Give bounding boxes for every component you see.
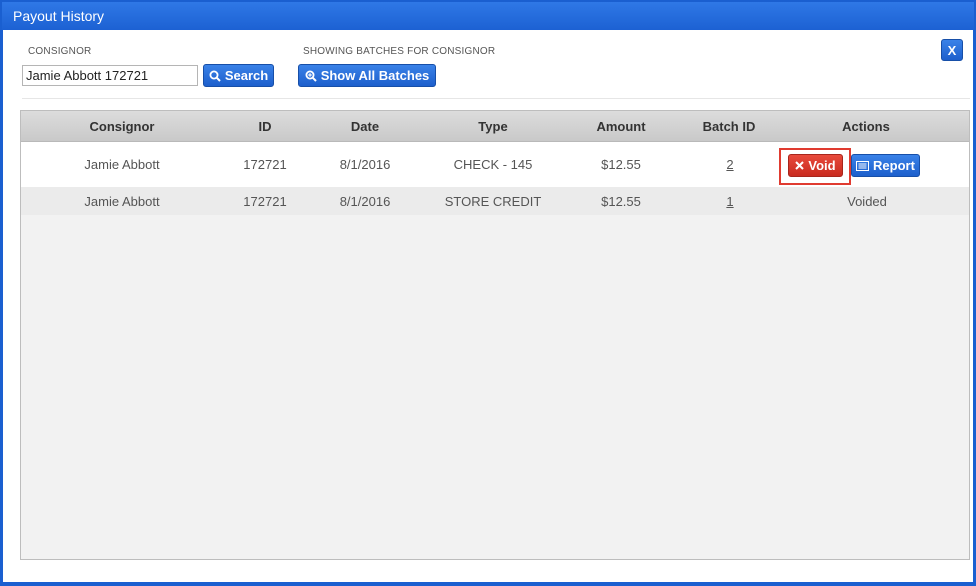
table-row: Jamie Abbott 172721 8/1/2016 STORE CREDI… <box>21 187 969 215</box>
cell-date: 8/1/2016 <box>339 194 391 209</box>
table-row: Jamie Abbott 172721 8/1/2016 CHECK - 145… <box>21 142 969 187</box>
search-icon <box>209 70 221 82</box>
void-button[interactable]: Void <box>788 154 843 177</box>
report-icon <box>856 160 870 171</box>
showing-batches-label: SHOWING BATCHES FOR CONSIGNOR <box>303 46 496 57</box>
window-title: Payout History <box>2 2 974 30</box>
void-button-label: Void <box>808 158 836 173</box>
cell-type: STORE CREDIT <box>444 194 542 209</box>
search-button-label: Search <box>224 68 269 83</box>
show-all-batches-button[interactable]: Show All Batches <box>298 64 436 87</box>
cell-id: 172721 <box>243 194 287 209</box>
column-header-id: ID <box>258 119 272 134</box>
batch-id-link[interactable]: 1 <box>726 194 733 209</box>
dialog-content: CONSIGNOR Search SHOWING BATCHES FOR CON… <box>3 30 973 582</box>
column-header-date: Date <box>350 119 380 134</box>
show-all-batches-label: Show All Batches <box>320 68 430 83</box>
search-button[interactable]: Search <box>203 64 274 87</box>
column-header-type: Type <box>478 119 508 134</box>
column-header-actions: Actions <box>842 119 890 134</box>
status-voided: Voided <box>847 194 887 209</box>
x-icon <box>795 161 805 170</box>
cell-id: 172721 <box>243 157 287 172</box>
zoom-in-icon <box>305 70 317 82</box>
cell-amount: $12.55 <box>601 157 641 172</box>
close-button[interactable]: X <box>941 39 963 61</box>
batch-id-link[interactable]: 2 <box>726 157 733 172</box>
payout-history-window: Payout History CONSIGNOR Search SHOWING … <box>0 0 976 586</box>
column-header-consignor: Consignor <box>89 119 155 134</box>
table-header: Consignor ID Date Type Amount Batch ID A… <box>21 111 969 142</box>
cell-amount: $12.55 <box>601 194 641 209</box>
consignor-input[interactable] <box>22 65 198 86</box>
report-button[interactable]: Report <box>851 154 920 177</box>
cell-consignor: Jamie Abbott <box>84 194 160 209</box>
column-header-batch-id: Batch ID <box>702 119 756 134</box>
consignor-label: CONSIGNOR <box>28 46 92 57</box>
column-header-amount: Amount <box>596 119 646 134</box>
report-button-label: Report <box>873 158 915 173</box>
cell-date: 8/1/2016 <box>339 157 391 172</box>
cell-type: CHECK - 145 <box>453 157 533 172</box>
divider <box>22 98 970 99</box>
cell-consignor: Jamie Abbott <box>84 157 160 172</box>
payout-table: Consignor ID Date Type Amount Batch ID A… <box>20 110 970 560</box>
